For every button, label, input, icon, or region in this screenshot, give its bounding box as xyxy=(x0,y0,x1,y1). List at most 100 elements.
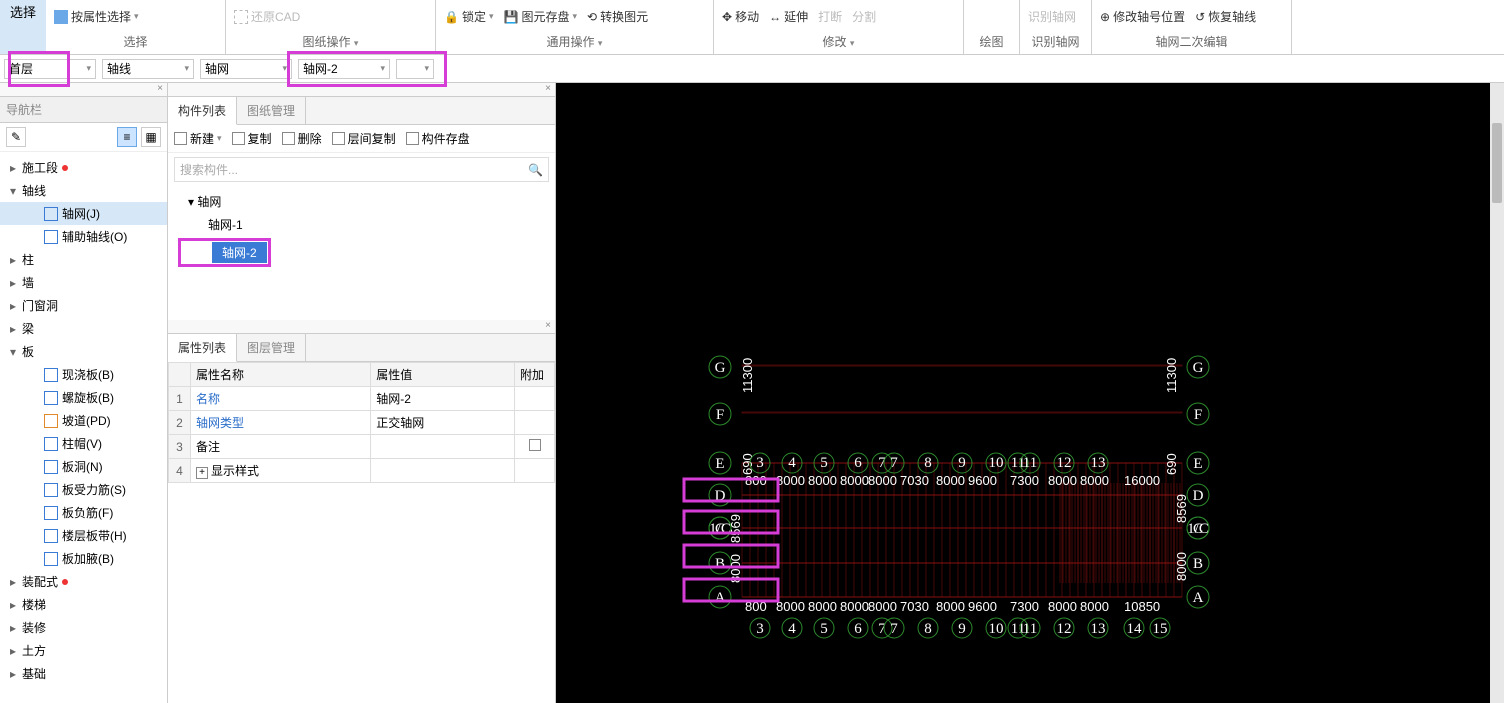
category-select[interactable]: 轴线▾ xyxy=(102,59,194,79)
svg-text:B: B xyxy=(1193,556,1203,572)
prop-header-add: 附加 xyxy=(515,363,555,387)
split-button[interactable]: 分割 xyxy=(852,8,876,25)
clist-item-selected[interactable]: 轴网-2 xyxy=(212,242,267,263)
nav-item[interactable]: ▸楼梯 xyxy=(0,593,167,616)
mid-close[interactable]: × xyxy=(168,83,555,97)
property-row[interactable]: 4 +显示样式 xyxy=(169,459,555,483)
save-component-button[interactable]: 构件存盘 xyxy=(406,130,470,147)
nav-view-grid[interactable]: ▦ xyxy=(141,127,161,147)
lock-button[interactable]: 🔒锁定▾ xyxy=(444,8,494,25)
property-row[interactable]: 3 备注 xyxy=(169,435,555,459)
svg-text:8000: 8000 xyxy=(868,599,897,614)
svg-text:A: A xyxy=(1193,590,1204,606)
svg-text:13: 13 xyxy=(1091,621,1106,637)
svg-text:7030: 7030 xyxy=(900,473,929,488)
nav-item[interactable]: ▸施工段 xyxy=(0,156,167,179)
prop-close[interactable]: × xyxy=(168,320,555,334)
svg-text:10: 10 xyxy=(989,621,1004,637)
nav-panel: × 导航栏 ✎ ≡ ▦ ▸施工段▾轴线轴网(J)辅助轴线(O)▸柱▸墙▸门窗洞▸… xyxy=(0,83,168,703)
nav-item[interactable]: ▸梁 xyxy=(0,317,167,340)
nav-item[interactable]: ▸门窗洞 xyxy=(0,294,167,317)
canvas-viewport[interactable]: GGFFEEDD1/C1/CCCBBAA11300690856980001130… xyxy=(556,83,1504,703)
svg-text:16000: 16000 xyxy=(1124,473,1160,488)
property-table: 属性名称 属性值 附加 1 名称 轴网-2 2 轴网类型 正交轴网 3 备注 4… xyxy=(168,362,555,483)
nav-subitem[interactable]: 辅助轴线(O) xyxy=(0,225,167,248)
ribbon: 选择 按属性选择▾ 选择 还原CAD 图纸操作 ▾ 🔒锁定▾ 💾图元存盘▾ ⟲转… xyxy=(0,0,1504,55)
svg-text:8569: 8569 xyxy=(1174,494,1189,523)
new-button[interactable]: 新建▾ xyxy=(174,130,222,147)
svg-text:B: B xyxy=(715,556,725,572)
svg-text:8000: 8000 xyxy=(808,599,837,614)
svg-text:9600: 9600 xyxy=(968,473,997,488)
nav-item[interactable]: ▾板 xyxy=(0,340,167,363)
move-button[interactable]: ✥移动 xyxy=(722,8,759,25)
svg-text:8000: 8000 xyxy=(776,599,805,614)
restore-axis-button[interactable]: ↺恢复轴线 xyxy=(1195,8,1256,25)
nav-item[interactable]: ▸装配式 xyxy=(0,570,167,593)
attr-select-button[interactable]: 按属性选择▾ xyxy=(54,8,139,25)
floor-copy-button[interactable]: 层间复制 xyxy=(332,130,396,147)
svg-text:8000: 8000 xyxy=(840,599,869,614)
component-list: ▾ 轴网轴网-1 轴网-2 xyxy=(168,186,555,273)
select-tab[interactable]: 选择 xyxy=(0,0,46,54)
nav-subitem[interactable]: 板受力筋(S) xyxy=(0,478,167,501)
prop-header-name: 属性名称 xyxy=(191,363,371,387)
tab-component-list[interactable]: 构件列表 xyxy=(168,97,237,125)
nav-item[interactable]: ▾轴线 xyxy=(0,179,167,202)
tab-properties[interactable]: 属性列表 xyxy=(168,334,237,362)
nav-subitem[interactable]: 轴网(J) xyxy=(0,202,167,225)
lock-icon: 🔒 xyxy=(444,10,459,24)
tab-layers[interactable]: 图层管理 xyxy=(237,334,306,361)
clist-root[interactable]: ▾ 轴网 xyxy=(178,190,555,213)
prim-disk-button[interactable]: 💾图元存盘▾ xyxy=(504,8,578,25)
break-button[interactable]: 打断 xyxy=(818,8,842,25)
nav-subitem[interactable]: 螺旋板(B) xyxy=(0,386,167,409)
nav-subitem[interactable]: 板负筋(F) xyxy=(0,501,167,524)
convert-button[interactable]: ⟲转换图元 xyxy=(587,8,648,25)
delete-button[interactable]: 删除 xyxy=(282,130,322,147)
nav-item[interactable]: ▸土方 xyxy=(0,639,167,662)
svg-text:C: C xyxy=(715,521,725,537)
clist-item[interactable]: 轴网-1 xyxy=(178,213,555,236)
nav-subitem[interactable]: 坡道(PD) xyxy=(0,409,167,432)
copy-button[interactable]: 复制 xyxy=(232,130,272,147)
svg-text:E: E xyxy=(1193,456,1202,472)
svg-text:8000: 8000 xyxy=(1048,599,1077,614)
svg-text:8000: 8000 xyxy=(1048,473,1077,488)
nav-subitem[interactable]: 现浇板(B) xyxy=(0,363,167,386)
svg-text:8569: 8569 xyxy=(728,514,743,543)
nav-item[interactable]: ▸基础 xyxy=(0,662,167,685)
nav-tool-add[interactable]: ✎ xyxy=(6,127,26,147)
svg-text:12: 12 xyxy=(1057,621,1072,637)
search-input[interactable]: 搜索构件...🔍 xyxy=(174,157,549,182)
nav-item[interactable]: ▸柱 xyxy=(0,248,167,271)
tab-drawing-mgmt[interactable]: 图纸管理 xyxy=(237,97,306,124)
nav-subitem[interactable]: 板加腋(B) xyxy=(0,547,167,570)
nav-subitem[interactable]: 楼层板带(H) xyxy=(0,524,167,547)
floor-select[interactable]: 首层▾ xyxy=(4,59,96,79)
property-row[interactable]: 2 轴网类型 正交轴网 xyxy=(169,411,555,435)
mod-pos-button[interactable]: ⊕修改轴号位置 xyxy=(1100,8,1185,25)
svg-text:4: 4 xyxy=(788,455,796,471)
type-select[interactable]: 轴网▾ xyxy=(200,59,292,79)
group-label-edit: 轴网二次编辑 xyxy=(1100,31,1283,52)
extend-button[interactable]: ↔延伸 xyxy=(769,8,808,25)
svg-text:8000: 8000 xyxy=(1080,473,1109,488)
restore-cad-button[interactable]: 还原CAD xyxy=(234,8,300,25)
nav-item[interactable]: ▸墙 xyxy=(0,271,167,294)
property-row[interactable]: 1 名称 轴网-2 xyxy=(169,387,555,411)
group-label-recog: 识别轴网 xyxy=(1028,31,1083,52)
svg-text:9: 9 xyxy=(958,455,966,471)
nav-close[interactable]: × xyxy=(0,83,167,97)
svg-text:7: 7 xyxy=(890,455,898,471)
nav-item[interactable]: ▸装修 xyxy=(0,616,167,639)
canvas-scrollbar[interactable] xyxy=(1490,83,1504,703)
nav-subitem[interactable]: 板洞(N) xyxy=(0,455,167,478)
group-label-draw: 绘图 xyxy=(972,31,1011,52)
nav-view-list[interactable]: ≡ xyxy=(117,127,137,147)
group-label-drawing: 图纸操作 ▾ xyxy=(234,31,427,52)
recog-axis-button[interactable]: 识别轴网 xyxy=(1028,8,1076,25)
nav-subitem[interactable]: 柱帽(V) xyxy=(0,432,167,455)
item-select[interactable]: 轴网-2▾ xyxy=(298,59,390,79)
extra-select[interactable]: ▾ xyxy=(396,59,434,79)
